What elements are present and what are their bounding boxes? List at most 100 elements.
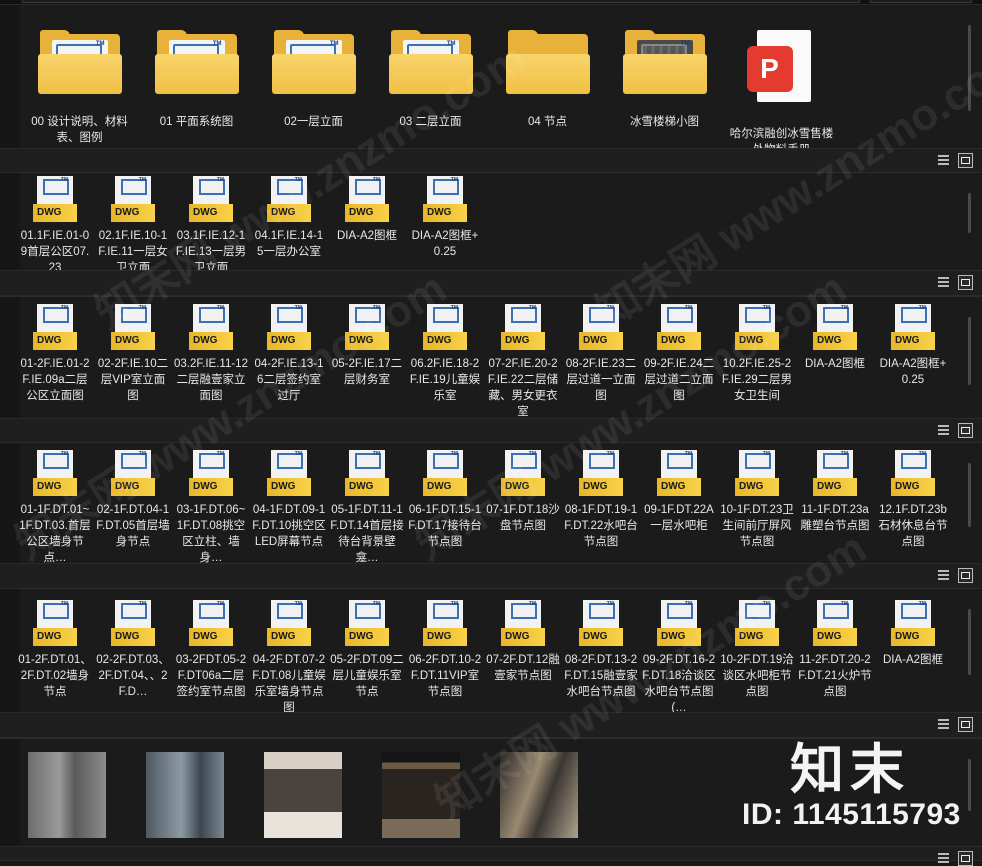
panel-gutter <box>0 173 20 273</box>
file-name-label: 01-2F.DT.01、2F.DT.02墙身节点 <box>18 654 92 698</box>
dwg-file-icon: TM DWG <box>33 304 77 352</box>
dwg-file-item[interactable]: TM DWG DIA-A2图框+0.25 <box>876 304 950 388</box>
dwg-file-item[interactable]: TM DWG 10-1F.DT.23卫生间前厅屏风节点图 <box>720 450 794 550</box>
vertical-scrollbar[interactable] <box>968 463 971 527</box>
list-view-icon[interactable] <box>936 717 951 732</box>
dwg-file-icon: TM DWG <box>189 600 233 648</box>
dwg-file-item[interactable]: TM DWG DIA-A2图框+0.25 <box>408 176 482 260</box>
list-view-icon[interactable] <box>936 568 951 583</box>
list-view-icon[interactable] <box>936 275 951 290</box>
vertical-scrollbar[interactable] <box>968 193 971 233</box>
file-name-label: 04 节点 <box>528 116 567 128</box>
thumbnail-view-icon[interactable] <box>958 153 973 168</box>
thumbnail-view-icon[interactable] <box>958 423 973 438</box>
tm-mark: TM <box>684 305 692 311</box>
vertical-scrollbar[interactable] <box>968 317 971 385</box>
dwg-file-item[interactable]: TM DWG 11-2F.DT.20-2F.DT.21火炉节点图 <box>798 600 872 700</box>
dwg-file-item[interactable]: TM DWG 07-2F.DT.12融壹家节点图 <box>486 600 560 684</box>
tm-mark: TM <box>528 601 536 607</box>
file-name-label: 10-1F.DT.23卫生间前厅屏风节点图 <box>720 504 794 548</box>
address-field-edge[interactable] <box>22 0 860 3</box>
dwg-file-item[interactable]: TM DWG DIA-A2图框 <box>876 600 950 668</box>
dwg-badge: DWG <box>427 335 452 346</box>
dwg-file-item[interactable]: TM DWG 05-2F.DT.09二层儿童娱乐室节点 <box>330 600 404 700</box>
dwg-file-item[interactable]: TM DWG 01-2F.DT.01、2F.DT.02墙身节点 <box>18 600 92 700</box>
dwg-file-icon: TM DWG <box>423 600 467 648</box>
tm-mark: TM <box>684 451 692 457</box>
folder-icon: TM <box>154 30 239 96</box>
tm-mark: TM <box>918 451 926 457</box>
file-name-label: 07-2F.DT.12融壹家节点图 <box>486 654 560 682</box>
dwg-file-item[interactable]: TM DWG 12.1F.DT.23b石材休息台节点图 <box>876 450 950 550</box>
dwg-file-item[interactable]: TM DWG 05-1F.DT.11-1F.DT.14首层接待台背景壁龛… <box>330 450 404 566</box>
file-name-label: DIA-A2图框 <box>336 230 398 242</box>
dwg-badge: DWG <box>271 481 296 492</box>
dwg-file-item[interactable]: TM DWG 06-2F.DT.10-2F.DT.11VIP室节点图 <box>408 600 482 700</box>
tm-mark: TM <box>294 601 302 607</box>
dwg-file-icon: TM DWG <box>267 600 311 648</box>
dwg-file-icon: TM DWG <box>579 600 623 648</box>
dwg-file-icon: TM DWG <box>33 176 77 224</box>
dwg-badge: DWG <box>739 481 764 492</box>
file-name-label: 11-2F.DT.20-2F.DT.21火炉节点图 <box>798 654 872 698</box>
folder-icon: TM <box>37 30 122 96</box>
dwg-badge: DWG <box>37 335 62 346</box>
folder-icon: TM <box>622 30 707 96</box>
list-view-icon[interactable] <box>936 423 951 438</box>
tm-mark: TM <box>446 41 456 47</box>
dwg-file-icon: TM DWG <box>33 600 77 648</box>
dwg-file-icon: TM DWG <box>501 304 545 352</box>
list-view-icon[interactable] <box>936 153 951 168</box>
dwg-file-item[interactable]: TM DWG 09-1F.DT.22A一层水吧柜 <box>642 450 716 534</box>
dwg-badge: DWG <box>427 207 452 218</box>
dwg-badge: DWG <box>817 481 842 492</box>
dwg-file-item[interactable]: TM DWG 04-1F.DT.09-1F.DT.10挑空区LED屏幕节点 <box>252 450 326 550</box>
thumbnail-view-icon[interactable] <box>958 275 973 290</box>
folder-icon: TM <box>271 30 356 96</box>
file-name-label: 04-1F.DT.09-1F.DT.10挑空区LED屏幕节点 <box>252 504 326 548</box>
dwg-badge: DWG <box>349 481 374 492</box>
panel-gutter <box>0 5 20 151</box>
dwg-badge: DWG <box>37 631 62 642</box>
tm-mark: TM <box>918 305 926 311</box>
folder-item[interactable]: TM 02一层立面 <box>258 30 369 130</box>
dwg-file-item[interactable]: TM DWG 01-2F.IE.01-2F.IE.09a二层公区立面图 <box>18 304 92 404</box>
dwg-badge: DWG <box>895 631 920 642</box>
file-name-label: DIA-A2图框 <box>882 654 944 666</box>
dwg-file-item[interactable]: TM DWG 02-2F.DT.03、2F.DT.04、、2F.D… <box>96 600 170 700</box>
folder-item[interactable]: TM 00 设计说明、材料表、图例 <box>24 30 135 146</box>
folder-item[interactable]: TM 冰雪楼梯小图 <box>609 30 720 130</box>
file-name-label: 06-2F.DT.10-2F.DT.11VIP室节点图 <box>408 654 482 698</box>
render-lounge-thumbnail[interactable] <box>264 752 342 838</box>
render-atrium-thumbnail[interactable] <box>146 752 224 838</box>
file-name-label: 04-2F.DT.07-2F.DT.08儿童娱乐室墙身节点图 <box>252 654 326 714</box>
dwg-badge: DWG <box>583 481 608 492</box>
dwg-badge: DWG <box>193 335 218 346</box>
tm-mark: TM <box>294 451 302 457</box>
dwg-file-icon: TM DWG <box>111 600 155 648</box>
dwg-file-icon: TM DWG <box>657 450 701 498</box>
dwg-file-icon: TM DWG <box>111 176 155 224</box>
dwg-badge: DWG <box>271 631 296 642</box>
file-name-label: 06.2F.IE.18-2F.IE.19儿童娱乐室 <box>409 358 481 402</box>
tm-mark: TM <box>60 305 68 311</box>
dwg-file-icon: TM DWG <box>735 450 779 498</box>
thumbnail-view-icon[interactable] <box>958 568 973 583</box>
dwg-file-item[interactable]: TM DWG 01.1F.IE.01-09首层公区07.23 <box>18 176 92 276</box>
dwg-badge: DWG <box>115 631 140 642</box>
tm-mark: TM <box>840 601 848 607</box>
vertical-scrollbar[interactable] <box>968 759 971 811</box>
dwg-badge: DWG <box>661 481 686 492</box>
thumbnail-view-icon[interactable] <box>958 717 973 732</box>
file-name-label: 01-2F.IE.01-2F.IE.09a二层公区立面图 <box>20 358 90 402</box>
vertical-scrollbar[interactable] <box>968 609 971 675</box>
folder-item[interactable]: TM 01 平面系统图 <box>141 30 252 130</box>
render-lobby-thumbnail[interactable] <box>28 752 106 838</box>
tm-mark: TM <box>840 451 848 457</box>
dwg-file-item[interactable]: TM DWG 03-2FDT.05-2F.DT06a二层签约室节点图 <box>174 600 248 700</box>
tm-mark: TM <box>138 601 146 607</box>
dwg-badge: DWG <box>817 631 842 642</box>
search-field-edge[interactable] <box>870 0 972 3</box>
dwg-file-item[interactable]: TM DWG 04-2F.DT.07-2F.DT.08儿童娱乐室墙身节点图 <box>252 600 326 716</box>
dwg-file-item[interactable]: TM DWG 07-2F.IE.20-2F.IE.22二层储藏、男女更衣室 <box>486 304 560 420</box>
